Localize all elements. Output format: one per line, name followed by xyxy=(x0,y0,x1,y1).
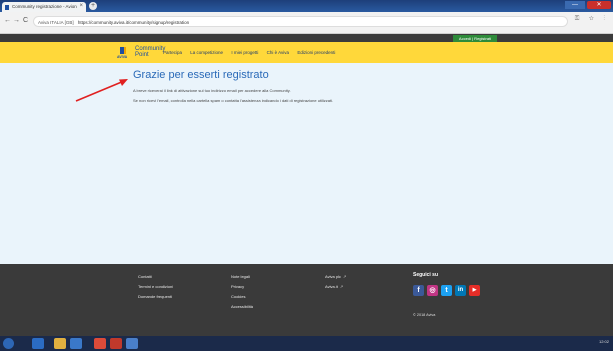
window-minimize-button[interactable]: — xyxy=(565,1,585,9)
social-links: f ◎ t in ▶ xyxy=(413,285,480,296)
logo-brand: AVIVA xyxy=(117,55,128,59)
start-button-icon[interactable] xyxy=(3,338,14,349)
confirmation-text: A breve riceverai il link di attivazione… xyxy=(133,88,291,93)
back-button[interactable]: ← xyxy=(4,17,11,24)
page-title: Grazie per esserti registrato xyxy=(133,69,269,81)
close-icon: ✕ xyxy=(596,2,602,8)
footer-link-cookies[interactable]: Cookies xyxy=(231,294,253,299)
top-strip: Accedi | Registrati xyxy=(0,34,613,42)
new-tab-button[interactable]: + xyxy=(89,2,97,10)
footer-link-aviva-plc[interactable]: Aviva plc ↗ xyxy=(325,274,346,279)
reload-button[interactable]: C xyxy=(23,17,28,24)
app3-icon[interactable] xyxy=(126,338,138,349)
youtube-icon[interactable]: ▶ xyxy=(469,285,480,296)
folder-icon[interactable] xyxy=(54,338,66,349)
tab-close-icon[interactable]: × xyxy=(79,3,83,9)
main-menu: Partecipa La competizione I miei progett… xyxy=(163,50,342,55)
external-link-icon: ↗ xyxy=(339,284,344,289)
footer-link-contatti[interactable]: Contatti xyxy=(138,274,173,279)
aviva-logo-accent-icon xyxy=(124,47,126,54)
forward-button[interactable]: → xyxy=(13,17,20,24)
window-close-button[interactable]: — ✕ xyxy=(565,1,611,9)
help-text: Se non ricevi l'email, controlla nella c… xyxy=(133,98,334,103)
tab-title: Community registrazione - Avion xyxy=(12,4,77,9)
footer-link-termini[interactable]: Termini e condizioni xyxy=(138,284,173,289)
footer-col-2: Note legali Privacy Cookies Accessibilit… xyxy=(231,274,253,314)
footer-link-aviva-it[interactable]: Aviva.it ↗ xyxy=(325,284,346,289)
favicon-icon xyxy=(5,4,9,10)
url-input[interactable]: Aviva ITALIA [GB] https://community.aviv… xyxy=(33,16,568,27)
social-title: Seguici su xyxy=(413,272,439,278)
instagram-icon[interactable]: ◎ xyxy=(427,285,438,296)
logo-name-line2: Point xyxy=(135,52,149,58)
browser-tools-icons[interactable]: ⚿ ☆ ⋮ xyxy=(575,16,609,23)
external-link-icon: ↗ xyxy=(342,274,347,279)
site-logo[interactable]: AVIVA Community Point xyxy=(117,46,165,60)
menu-item-chi-e-aviva[interactable]: Chi è Aviva xyxy=(267,50,289,55)
twitter-icon[interactable]: t xyxy=(441,285,452,296)
footer-col-3: Aviva plc ↗ Aviva.it ↗ xyxy=(325,274,346,294)
menu-item-edizioni[interactable]: Edizioni precedenti xyxy=(297,50,335,55)
address-toolbar: ← → C Aviva ITALIA [GB] https://communit… xyxy=(0,12,613,34)
app2-icon[interactable] xyxy=(110,338,122,349)
menu-item-competizione[interactable]: La competizione xyxy=(190,50,223,55)
footer-link-faq[interactable]: Domande frequenti xyxy=(138,294,173,299)
menu-item-progetti[interactable]: I miei progetti xyxy=(231,50,258,55)
web-page: Accedi | Registrati AVIVA Community Poin… xyxy=(0,34,613,336)
footer-col-1: Contatti Termini e condizioni Domande fr… xyxy=(138,274,173,304)
logo-name: Community Point xyxy=(135,46,165,58)
linkedin-icon[interactable]: in xyxy=(455,285,466,296)
chrome-icon[interactable] xyxy=(94,338,106,349)
browser-tab[interactable]: Community registrazione - Avion × xyxy=(2,2,86,12)
facebook-icon[interactable]: f xyxy=(413,285,424,296)
ie-icon[interactable] xyxy=(32,338,44,349)
url-text: https://community.aviva.it/community/sig… xyxy=(77,19,190,25)
site-footer: Contatti Termini e condizioni Domande fr… xyxy=(0,264,613,336)
red-arrow-annotation xyxy=(75,79,128,102)
footer-link-accessibilita[interactable]: Accessibilità xyxy=(231,304,253,309)
main-content: Grazie per esserti registrato A breve ri… xyxy=(0,63,613,288)
footer-link-aviva-it-label: Aviva.it xyxy=(325,284,338,289)
site-header: AVIVA Community Point Partecipa La compe… xyxy=(0,42,613,63)
copyright-text: © 2018 Aviva xyxy=(413,313,436,317)
footer-link-aviva-plc-label: Aviva plc xyxy=(325,274,341,279)
login-register-button[interactable]: Accedi | Registrati xyxy=(453,35,497,42)
os-taskbar: 12:02 xyxy=(0,336,613,351)
secure-label: Aviva ITALIA [GB] xyxy=(38,19,74,25)
browser-tab-bar: Community registrazione - Avion × + — ✕ xyxy=(0,0,613,12)
app-icon[interactable] xyxy=(70,338,82,349)
clock[interactable]: 12:02 xyxy=(599,339,609,344)
footer-link-note-legali[interactable]: Note legali xyxy=(231,274,253,279)
footer-link-privacy[interactable]: Privacy xyxy=(231,284,253,289)
menu-item-partecipa[interactable]: Partecipa xyxy=(163,50,182,55)
